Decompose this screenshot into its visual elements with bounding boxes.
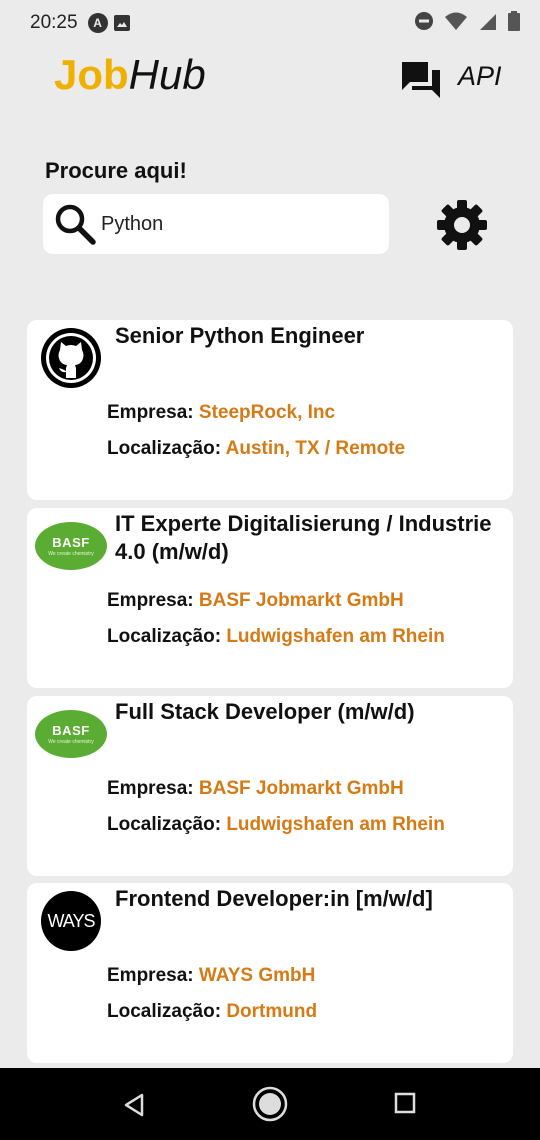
job-card[interactable]: BASF We create chemistry IT Experte Digi… [27,508,513,688]
home-icon[interactable] [252,1086,288,1122]
location-value: Dortmund [226,1001,318,1022]
basf-logo: BASF We create chemistry [35,522,107,570]
github-logo [41,328,101,388]
company-label: Empresa: [107,402,194,423]
company-value: SteepRock, Inc [198,402,336,423]
recent-apps-icon[interactable] [394,1092,416,1114]
job-title: Senior Python Engineer [115,323,365,348]
status-bar: 20:25 A [0,0,540,46]
search-input[interactable] [101,212,361,236]
search-title: Procure aqui! [45,158,187,183]
ways-logo: WAYS [41,891,101,951]
search-box[interactable] [43,194,389,254]
job-company: Empresa: SteepRock, Inc [107,402,335,424]
job-card[interactable]: BASF We create chemistry Full Stack Deve… [27,696,513,876]
forum-icon[interactable] [400,60,442,100]
job-company: Empresa: BASF Jobmarkt GmbH [107,590,404,612]
job-company: Empresa: WAYS GmbH [107,965,315,987]
location-value: Ludwigshafen am Rhein [226,814,445,835]
location-value: Ludwigshafen am Rhein [226,626,445,647]
location-label: Localização: [107,1001,222,1022]
company-label: Empresa: [107,965,194,986]
search-icon[interactable] [53,202,97,246]
company-label: Empresa: [107,778,194,799]
location-value: Austin, TX / Remote [225,438,406,459]
app-header: Job Hub API [0,46,540,106]
job-location: Localização: Ludwigshafen am Rhein [107,626,445,648]
app-logo: Job Hub [54,50,206,100]
back-icon[interactable] [120,1090,150,1120]
job-company: Empresa: BASF Jobmarkt GmbH [107,778,404,800]
logo-job-text: Job [54,51,129,98]
logo-hub-text: Hub [128,51,206,98]
job-location: Localização: Ludwigshafen am Rhein [107,814,445,836]
api-link[interactable]: API [458,61,502,92]
ways-logo-text: WAYS [47,910,95,931]
job-location: Localização: Austin, TX / Remote [107,438,405,460]
basf-logo-text: BASF [52,535,90,550]
company-value: BASF Jobmarkt GmbH [198,778,404,799]
a-badge-icon: A [87,13,108,33]
job-title: Frontend Developer:in [m/w/d] [115,886,433,911]
nav-bar [0,1068,540,1140]
basf-logo-subtext: We create chemistry [48,551,94,557]
job-location: Localização: Dortmund [107,1001,317,1023]
basf-logo: BASF We create chemistry [35,710,107,758]
job-card[interactable]: Senior Python Engineer Empresa: SteepRoc… [27,320,513,500]
job-title: Full Stack Developer (m/w/d) [115,699,415,724]
do-not-disturb-icon [414,11,434,36]
job-title: IT Experte Digitalisierung / Industrie 4… [115,511,492,564]
wifi-icon [444,11,468,36]
image-icon [113,15,130,31]
gear-icon[interactable] [434,197,490,253]
location-label: Localização: [107,438,222,459]
company-label: Empresa: [107,590,194,611]
company-value: WAYS GmbH [198,965,316,986]
signal-icon [478,11,498,36]
basf-logo-subtext: We create chemistry [48,739,94,745]
status-time: 20:25 [30,12,78,33]
company-value: BASF Jobmarkt GmbH [198,590,404,611]
location-label: Localização: [107,626,222,647]
basf-logo-text: BASF [52,723,90,738]
job-card[interactable]: WAYS Frontend Developer:in [m/w/d] Empre… [27,883,513,1063]
battery-icon [508,10,520,36]
location-label: Localização: [107,814,222,835]
